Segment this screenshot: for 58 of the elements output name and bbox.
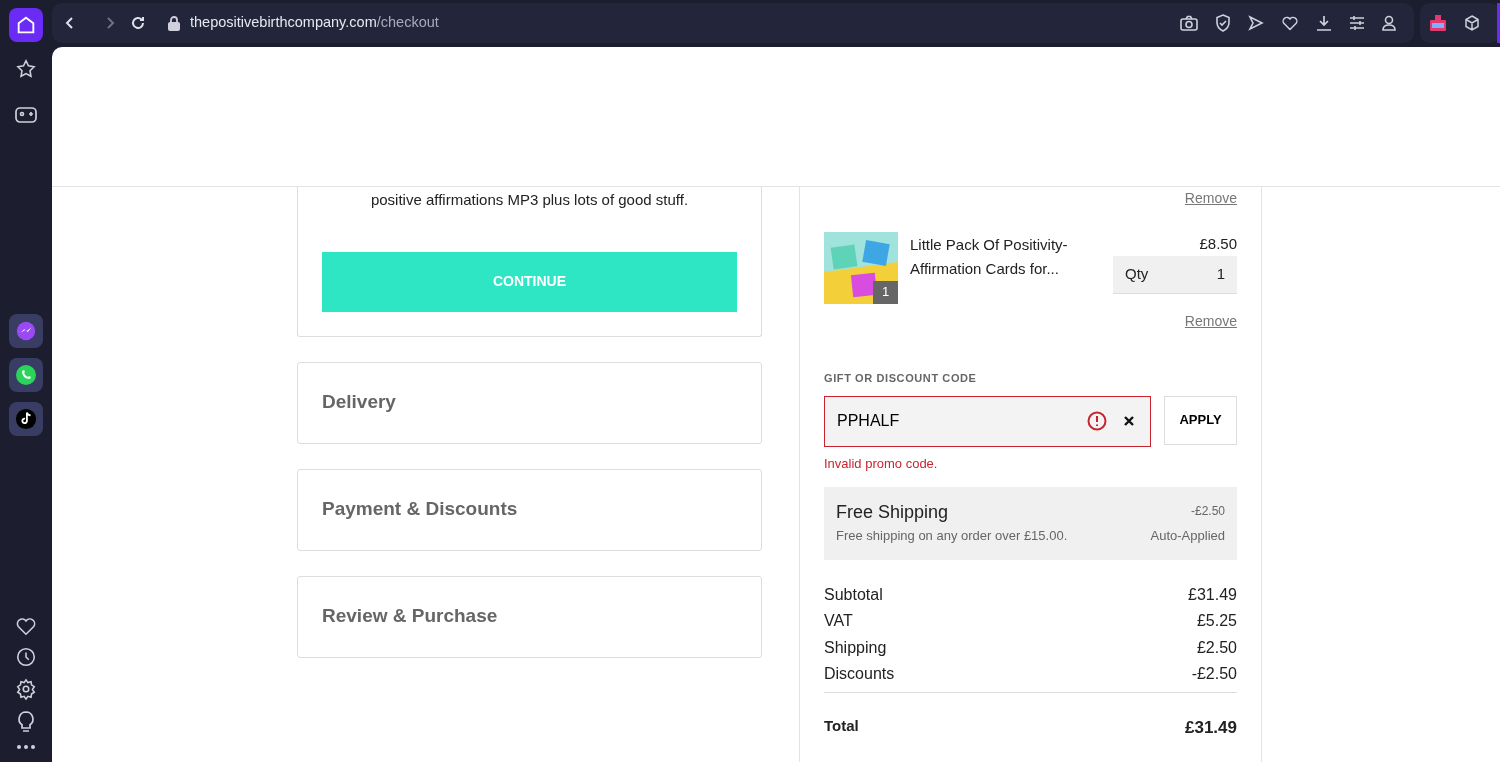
error-message: Invalid promo code.: [824, 454, 939, 473]
total-row-label: Subtotal: [824, 584, 883, 605]
quantity-badge: 1: [873, 280, 898, 304]
forward-icon[interactable]: [104, 16, 116, 30]
total-row-label: VAT: [824, 611, 853, 631]
total-row-label: Shipping: [824, 637, 887, 658]
promotion-amount: -£2.50: [1189, 503, 1225, 520]
total-row-value: £31.49: [1188, 584, 1237, 605]
lightbulb-icon[interactable]: [16, 710, 36, 734]
download-icon[interactable]: [1316, 15, 1332, 31]
step-card[interactable]: Delivery: [297, 361, 762, 444]
step-title: Review & Purchase: [322, 604, 498, 629]
product-name[interactable]: Little Pack Of Positivity-Affirmation Cards for...: [910, 232, 1090, 304]
apply-button[interactable]: APPLY: [1164, 395, 1237, 445]
music-note-icon[interactable]: [15, 408, 37, 430]
settings-icon[interactable]: [15, 678, 37, 700]
promotion-title: Free Shipping: [836, 501, 950, 524]
product-price: £8.50: [1199, 233, 1237, 254]
description-text: positive affirmations MP3 plus lots of good stuff.: [369, 190, 690, 210]
error-icon: [1087, 410, 1107, 431]
gift-box-icon[interactable]: [1428, 14, 1447, 32]
gamepad-icon[interactable]: [14, 104, 38, 126]
discount-code-field[interactable]: PPHALF: [824, 395, 1151, 447]
close-icon[interactable]: [1123, 414, 1135, 427]
camera-icon[interactable]: [1180, 15, 1198, 31]
reload-icon[interactable]: [130, 15, 146, 31]
more-icon[interactable]: [16, 744, 36, 750]
promotion-status: Auto-Applied: [1150, 527, 1225, 545]
back-icon[interactable]: [64, 16, 76, 30]
total-row-value: £2.50: [1196, 637, 1237, 658]
heart-icon[interactable]: [15, 616, 37, 636]
total-row-label: Discounts: [824, 664, 895, 684]
phone-bubble-icon[interactable]: [14, 363, 38, 387]
remove-link[interactable]: Remove: [1184, 312, 1237, 329]
url-field[interactable]: thepositivebirthcompany.com/checkout: [190, 12, 439, 34]
send-icon[interactable]: [1248, 15, 1264, 31]
cube-icon[interactable]: [1464, 15, 1480, 31]
heart-icon[interactable]: [1281, 15, 1299, 31]
total-value: £31.49: [1185, 716, 1237, 739]
total-label: Total: [824, 715, 859, 736]
remove-link[interactable]: Remove: [1184, 190, 1237, 206]
star-icon[interactable]: [15, 58, 37, 80]
discount-label: GIFT OR DISCOUNT CODE: [824, 371, 978, 386]
promotion-description: Free shipping on any order over £15.00.: [836, 527, 1068, 545]
sliders-icon[interactable]: [1349, 16, 1365, 30]
quantity-selector[interactable]: Qty 1: [1113, 256, 1237, 294]
step-title: Payment & Discounts: [322, 497, 518, 522]
total-row-value: £5.25: [1196, 611, 1237, 631]
home-icon[interactable]: [15, 14, 37, 36]
shield-icon[interactable]: [1215, 14, 1231, 32]
profile-icon[interactable]: [1382, 15, 1396, 31]
clock-icon[interactable]: [15, 646, 37, 668]
total-row-value: -£2.50: [1191, 664, 1237, 684]
chat-bubble-icon[interactable]: [15, 320, 37, 342]
step-card[interactable]: Payment & Discounts: [297, 468, 762, 551]
step-title: Delivery: [322, 390, 396, 415]
step-card[interactable]: Review & Purchase: [297, 575, 762, 658]
lock-icon: [168, 15, 180, 31]
